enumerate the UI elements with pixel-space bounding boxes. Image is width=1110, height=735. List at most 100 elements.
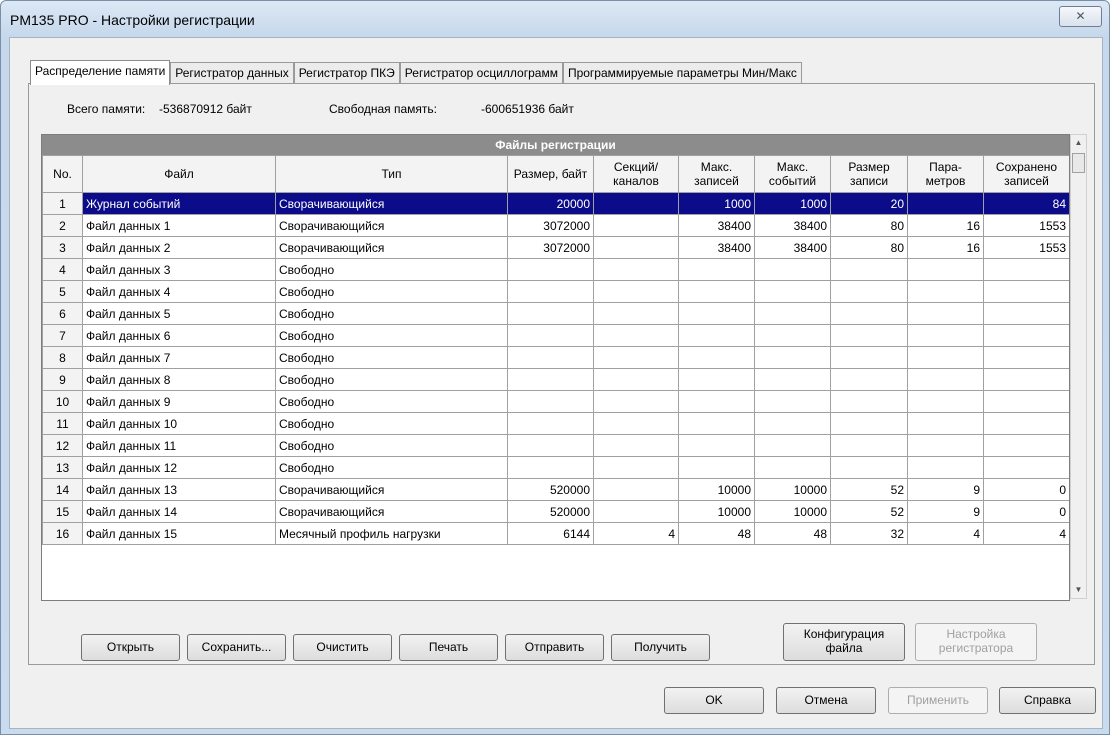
- cell-type[interactable]: Свободно: [275, 390, 508, 413]
- table-row[interactable]: 10 Файл данных 9 Свободно: [42, 390, 1069, 413]
- cell-file[interactable]: Файл данных 8: [82, 368, 276, 391]
- cell-no[interactable]: 10: [42, 390, 83, 413]
- log-files-grid[interactable]: Файлы регистрации No. Файл Тип Размер, б…: [41, 134, 1070, 601]
- col-header-record-size[interactable]: Размер записи: [830, 155, 908, 193]
- cell-sections[interactable]: [593, 214, 679, 237]
- cell-max-records[interactable]: [678, 324, 755, 347]
- cell-max-events[interactable]: [754, 258, 831, 281]
- cell-max-records[interactable]: 10000: [678, 500, 755, 523]
- cell-sections[interactable]: [593, 478, 679, 501]
- cell-params[interactable]: [907, 302, 984, 325]
- cell-params[interactable]: [907, 368, 984, 391]
- cell-params[interactable]: 4: [907, 522, 984, 545]
- cell-max-records[interactable]: [678, 412, 755, 435]
- save-button[interactable]: Сохранить...: [187, 634, 286, 661]
- col-header-file[interactable]: Файл: [82, 155, 276, 193]
- cell-size[interactable]: [507, 258, 594, 281]
- cell-size[interactable]: [507, 456, 594, 479]
- cell-type[interactable]: Сворачивающийся: [275, 500, 508, 523]
- cell-params[interactable]: [907, 324, 984, 347]
- cell-type[interactable]: Свободно: [275, 324, 508, 347]
- cell-record-size[interactable]: 52: [830, 478, 908, 501]
- receive-button[interactable]: Получить: [611, 634, 710, 661]
- table-row[interactable]: 5 Файл данных 4 Свободно: [42, 280, 1069, 303]
- cell-no[interactable]: 1: [42, 192, 83, 215]
- cell-params[interactable]: 9: [907, 478, 984, 501]
- cell-saved[interactable]: [983, 412, 1069, 435]
- cell-saved[interactable]: [983, 280, 1069, 303]
- cell-type[interactable]: Свободно: [275, 302, 508, 325]
- cell-max-events[interactable]: [754, 412, 831, 435]
- cell-type[interactable]: Месячный профиль нагрузки: [275, 522, 508, 545]
- cell-sections[interactable]: [593, 500, 679, 523]
- cell-max-events[interactable]: 10000: [754, 500, 831, 523]
- scroll-thumb[interactable]: [1072, 153, 1085, 173]
- cell-no[interactable]: 4: [42, 258, 83, 281]
- cell-no[interactable]: 15: [42, 500, 83, 523]
- cell-saved[interactable]: 84: [983, 192, 1069, 215]
- cell-size[interactable]: 20000: [507, 192, 594, 215]
- table-row[interactable]: 6 Файл данных 5 Свободно: [42, 302, 1069, 325]
- cell-file[interactable]: Файл данных 15: [82, 522, 276, 545]
- cell-record-size[interactable]: 80: [830, 236, 908, 259]
- close-icon[interactable]: ✕: [1059, 6, 1102, 27]
- cell-params[interactable]: 16: [907, 214, 984, 237]
- cell-no[interactable]: 6: [42, 302, 83, 325]
- cell-saved[interactable]: 1553: [983, 214, 1069, 237]
- cell-type[interactable]: Свободно: [275, 280, 508, 303]
- cell-params[interactable]: [907, 456, 984, 479]
- apply-button[interactable]: Применить: [888, 687, 988, 714]
- cell-params[interactable]: [907, 412, 984, 435]
- cell-record-size[interactable]: [830, 456, 908, 479]
- cell-record-size[interactable]: [830, 434, 908, 457]
- cell-record-size[interactable]: 52: [830, 500, 908, 523]
- cell-size[interactable]: [507, 302, 594, 325]
- cell-params[interactable]: [907, 346, 984, 369]
- cell-no[interactable]: 16: [42, 522, 83, 545]
- cell-params[interactable]: [907, 258, 984, 281]
- cell-sections[interactable]: [593, 456, 679, 479]
- cell-size[interactable]: [507, 346, 594, 369]
- cell-record-size[interactable]: [830, 280, 908, 303]
- cell-type[interactable]: Свободно: [275, 412, 508, 435]
- cell-sections[interactable]: [593, 236, 679, 259]
- cell-file[interactable]: Файл данных 2: [82, 236, 276, 259]
- cell-size[interactable]: 6144: [507, 522, 594, 545]
- cell-file[interactable]: Файл данных 13: [82, 478, 276, 501]
- cell-max-events[interactable]: 38400: [754, 214, 831, 237]
- cell-sections[interactable]: [593, 302, 679, 325]
- cell-file[interactable]: Файл данных 1: [82, 214, 276, 237]
- cell-no[interactable]: 3: [42, 236, 83, 259]
- cell-size[interactable]: 520000: [507, 500, 594, 523]
- table-row[interactable]: 12 Файл данных 11 Свободно: [42, 434, 1069, 457]
- cell-type[interactable]: Свободно: [275, 258, 508, 281]
- cell-max-events[interactable]: [754, 368, 831, 391]
- col-header-no[interactable]: No.: [42, 155, 83, 193]
- tab-waveform-logger[interactable]: Регистратор осциллограмм: [399, 62, 563, 84]
- cell-record-size[interactable]: 32: [830, 522, 908, 545]
- table-row[interactable]: 4 Файл данных 3 Свободно: [42, 258, 1069, 281]
- cell-max-records[interactable]: [678, 434, 755, 457]
- cell-max-events[interactable]: [754, 324, 831, 347]
- cell-max-records[interactable]: 10000: [678, 478, 755, 501]
- cell-sections[interactable]: [593, 368, 679, 391]
- cell-no[interactable]: 7: [42, 324, 83, 347]
- cell-size[interactable]: [507, 390, 594, 413]
- cell-size[interactable]: [507, 368, 594, 391]
- cell-max-records[interactable]: [678, 346, 755, 369]
- cell-max-records[interactable]: [678, 368, 755, 391]
- cell-max-events[interactable]: [754, 302, 831, 325]
- cell-record-size[interactable]: [830, 368, 908, 391]
- cell-size[interactable]: 520000: [507, 478, 594, 501]
- cell-saved[interactable]: [983, 368, 1069, 391]
- cell-file[interactable]: Файл данных 14: [82, 500, 276, 523]
- cell-size[interactable]: [507, 324, 594, 347]
- tab-memory-allocation[interactable]: Распределение памяти: [30, 60, 171, 85]
- cell-max-events[interactable]: [754, 456, 831, 479]
- cell-no[interactable]: 11: [42, 412, 83, 435]
- cell-sections[interactable]: [593, 280, 679, 303]
- col-header-type[interactable]: Тип: [275, 155, 508, 193]
- cell-type[interactable]: Сворачивающийся: [275, 236, 508, 259]
- cell-record-size[interactable]: [830, 346, 908, 369]
- cell-max-events[interactable]: 48: [754, 522, 831, 545]
